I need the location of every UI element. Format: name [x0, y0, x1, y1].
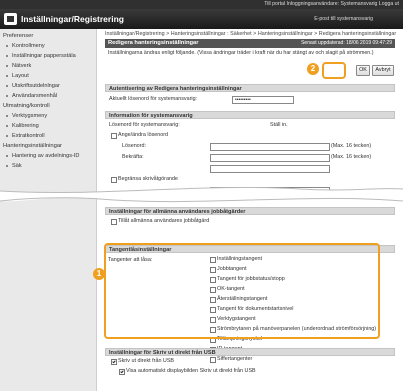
- allow-public-label: Tillåt allmänna användares jobbåtgärd: [118, 218, 210, 224]
- sidebar-item-control-menu[interactable]: Kontrollmeny: [0, 41, 96, 51]
- extra-field[interactable]: [210, 165, 330, 173]
- set-password-label: Ange/ändra lösenord: [118, 132, 169, 138]
- admin-password-label: Aktuellt lösenord för systemansvarig:: [109, 96, 198, 102]
- breadcrumb: Inställningar/Registrering > Hanteringsi…: [105, 31, 397, 37]
- new-password-input[interactable]: [210, 143, 330, 151]
- confirm-password-label: Bekräfta:: [122, 154, 144, 160]
- public-jobs-header: Inställningar för allmänna användares jo…: [105, 207, 395, 215]
- sidebar-item-calibration[interactable]: Kalibrering: [0, 121, 96, 131]
- set-password-checkbox[interactable]: [111, 133, 117, 139]
- info-message: Inställningarna ändras enligt följande. …: [108, 50, 374, 56]
- ok-highlight: [322, 62, 346, 79]
- sidebar-item-extra-control[interactable]: Extratkontroll: [0, 131, 96, 141]
- sidebar-item-network[interactable]: Nätverk: [0, 61, 96, 71]
- restrict-label: Begränsa skrivåtgörande: [118, 176, 178, 182]
- usb-header: Inställningar för Skriv ut direkt från U…: [105, 348, 395, 356]
- mail-admin-link[interactable]: E-post till systemansvarig: [314, 16, 373, 22]
- admin-password-input[interactable]: •••••••••: [232, 96, 294, 104]
- sysinfo-section-header: Information för systemansvarig: [105, 111, 395, 119]
- usb-auto-label: Visa automatiskt displaybilden Skriv ut …: [126, 368, 256, 374]
- sidebar-item-security[interactable]: Säk: [0, 161, 96, 171]
- sidebar-section-management: Hanteringsinställningar: [3, 143, 62, 149]
- confirm-password-hint: (Max. 16 tecken): [331, 154, 372, 160]
- sidebar-item-dept-id[interactable]: Hantering av avdelnings-ID: [0, 151, 96, 161]
- new-password-label: Lösenord:: [122, 143, 146, 149]
- allow-public-checkbox[interactable]: [111, 219, 117, 225]
- callout-1: 1: [93, 268, 105, 280]
- key-checkbox-numeric[interactable]: [210, 357, 216, 363]
- cancel-button[interactable]: Avbryt: [372, 65, 394, 76]
- password-status: Ställ in.: [270, 122, 288, 128]
- page-header: Redigera hanteringsinställningar Senast …: [105, 39, 395, 48]
- usb-direct-checkbox[interactable]: [111, 359, 117, 365]
- sidebar-item-tools-menu[interactable]: Verktygsmeny: [0, 111, 96, 121]
- callout-2: 2: [307, 63, 319, 75]
- sidebar: Preferenser Kontrollmeny Inställningar p…: [0, 29, 97, 391]
- confirm-password-input[interactable]: [210, 154, 330, 162]
- sidebar-item-paper-settings[interactable]: Inställningar pappersstäla: [0, 51, 96, 61]
- page-tear: [0, 186, 403, 203]
- settings-app-icon: [4, 13, 17, 25]
- key-label-numeric: Siffertangenter: [217, 356, 253, 362]
- usb-auto-checkbox[interactable]: [119, 369, 125, 375]
- last-updated: Senast uppdaterad: 18/06 2019 09:47:29: [301, 40, 392, 46]
- sidebar-item-user-env[interactable]: Användarsmenhål: [0, 91, 96, 101]
- sidebar-section-preferences: Preferenser: [3, 33, 34, 39]
- sidebar-item-print-output[interactable]: Utskriftsutdelnlngar: [0, 81, 96, 91]
- sidebar-section-output: Utmatning/kontroll: [3, 103, 50, 109]
- usb-direct-label: Skriv ut direkt från USB: [118, 358, 175, 364]
- sidebar-item-layout[interactable]: Layout: [0, 71, 96, 81]
- top-bar: Till portal Inloggningsanvändare: System…: [0, 0, 403, 9]
- ok-button[interactable]: OK: [356, 65, 370, 76]
- keylock-highlight: [104, 243, 380, 339]
- new-password-hint: (Max. 16 tecken): [331, 143, 372, 149]
- title-bar: Inställningar/Registrering E-post till s…: [0, 9, 403, 29]
- page-title: Inställningar/Registrering: [21, 14, 124, 24]
- sysadmin-password-label: Lösenord för systemansvarig:: [109, 122, 180, 128]
- page-header-title: Redigera hanteringsinställningar: [108, 40, 199, 46]
- top-links[interactable]: Till portal Inloggningsanvändare: System…: [264, 1, 399, 7]
- auth-section-header: Autentisering av Redigera hanteringsinst…: [105, 84, 395, 92]
